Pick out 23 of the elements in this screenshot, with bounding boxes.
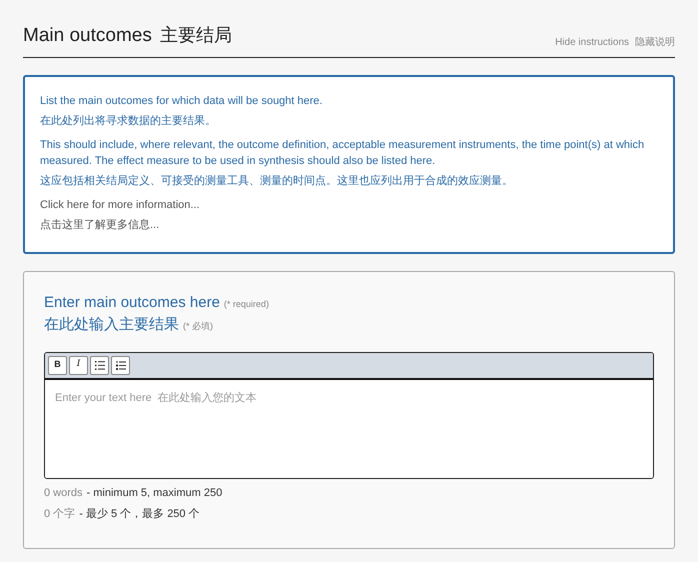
word-limits: - 最少 5 个，最多 250 个	[79, 507, 200, 522]
word-count: 0 个字	[44, 506, 76, 522]
bold-button[interactable]: B	[48, 356, 67, 374]
word-limits: - minimum 5, maximum 250	[86, 486, 222, 500]
bullet-list-icon	[94, 360, 104, 370]
more-info-link[interactable]: 点击这里了解更多信息...	[40, 216, 160, 232]
word-count: 0 words	[44, 486, 83, 500]
numbered-list-icon	[116, 360, 126, 370]
text-area[interactable]: Enter your text here 在此处输入您的文本	[45, 380, 653, 478]
field-label: Enter main outcomes here	[44, 292, 220, 312]
field-label: 在此处输入主要结果	[44, 315, 179, 335]
instruction-text: This should include, where relevant, the outcome definition, acceptable measurement instruments, the time point(s) at which measured. The effect measure to be used in synthesis should also be listed here.	[40, 138, 646, 168]
required-note: (* required)	[224, 298, 269, 311]
numbered-list-button[interactable]	[111, 356, 130, 374]
instruction-text: List the main outcomes for which data will be sought here.	[40, 94, 324, 108]
bullet-list-button[interactable]	[90, 356, 109, 374]
italic-button[interactable]: I	[69, 356, 88, 374]
instruction-text: 这应包括相关结局定义、可接受的测量工具、测量的时间点。这里也应列出用于合成的效应测量。	[40, 174, 514, 188]
required-note: (* 必填)	[183, 320, 213, 333]
more-info-link[interactable]: Click here for more information...	[40, 196, 200, 212]
instruction-text: 在此处列出将寻求数据的主要结果。	[40, 114, 217, 128]
page-title: Main outcomes	[23, 24, 152, 48]
page-title: 主要结局	[160, 24, 232, 47]
